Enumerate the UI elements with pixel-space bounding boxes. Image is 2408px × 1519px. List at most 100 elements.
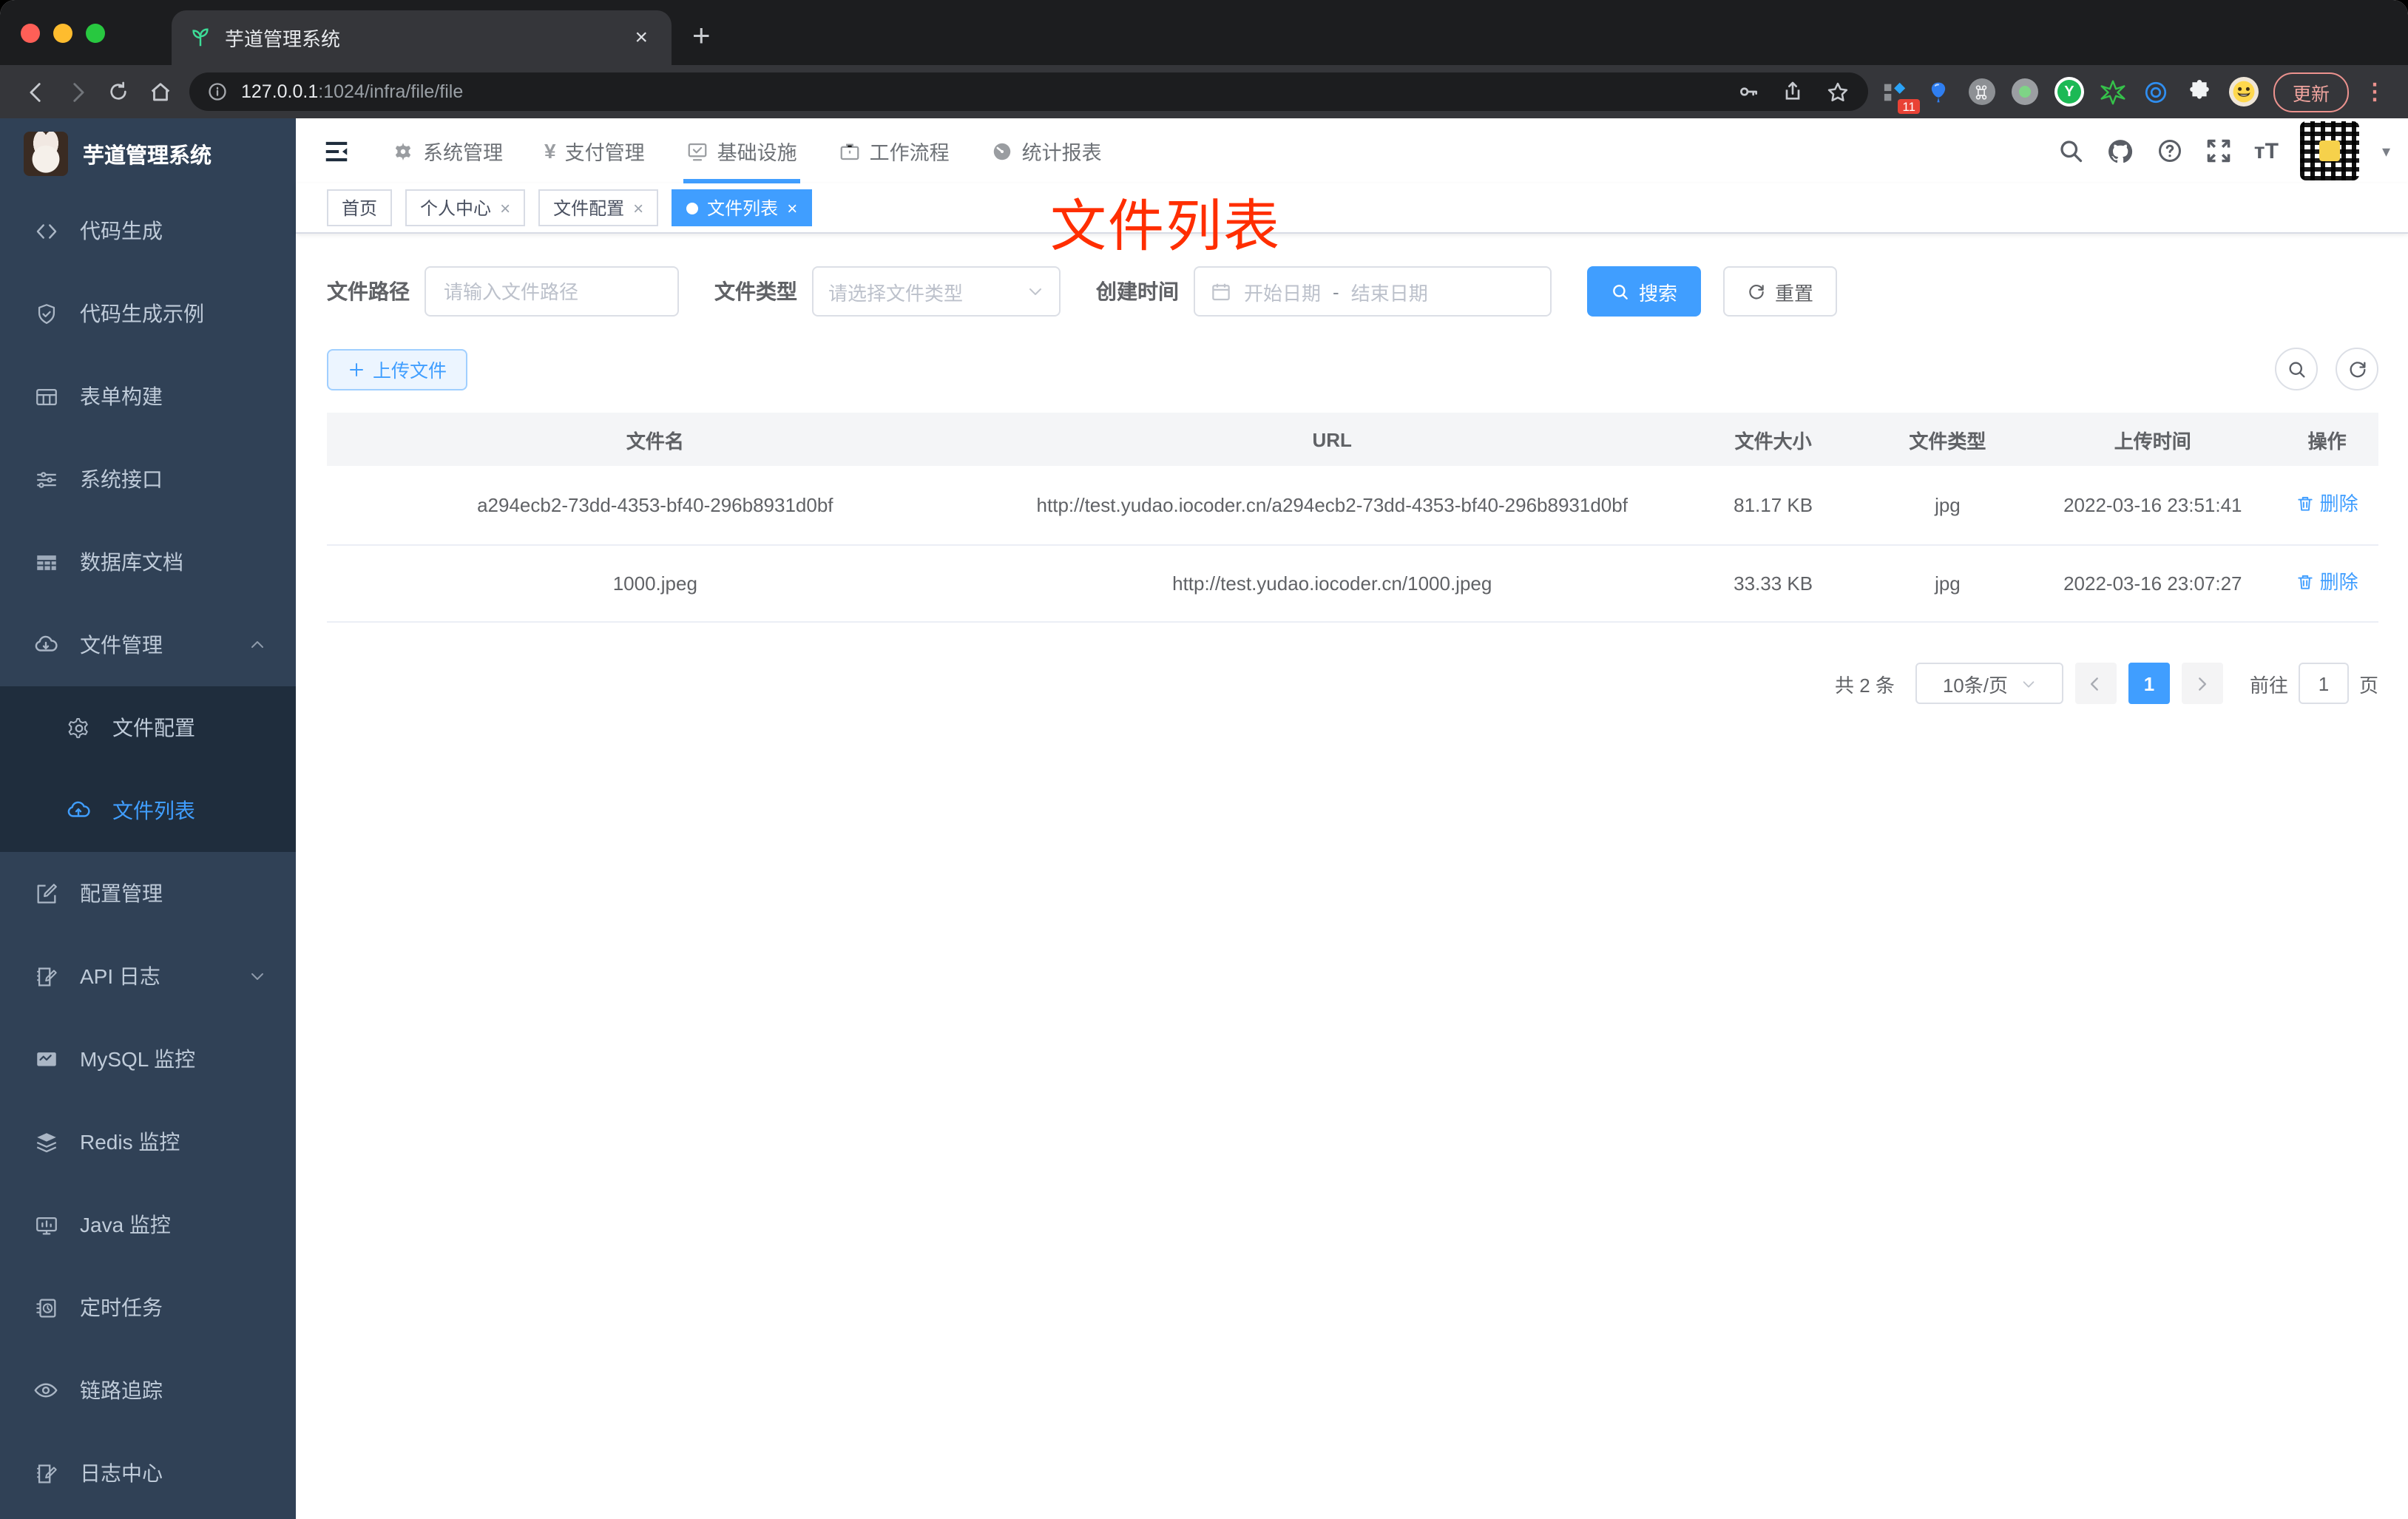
extension-badge: 11	[1898, 98, 1920, 114]
address-bar[interactable]: 127.0.0.1:1024/infra/file/file	[189, 72, 1868, 111]
tag-close-icon[interactable]: ×	[633, 197, 643, 218]
extension-grid-icon[interactable]: 11	[1883, 78, 1920, 114]
site-info-icon[interactable]	[207, 81, 228, 102]
sidebar-item-label: Java 监控	[80, 1213, 171, 1236]
browser-menu-icon[interactable]: ⋮	[2358, 78, 2393, 105]
briefcase-icon	[839, 140, 861, 162]
browser-update-button[interactable]: 更新	[2273, 72, 2349, 112]
sidebar-item-label: 文件配置	[112, 716, 195, 740]
browser-toolbar: 127.0.0.1:1024/infra/file/file 11 Y 更新 ⋮	[0, 65, 2408, 118]
sidebar-item-label: MySQL 监控	[80, 1047, 196, 1071]
sidebar-item-code-demo[interactable]: 代码生成示例	[0, 272, 296, 355]
table-row[interactable]: 1000.jpeg http://test.yudao.iocoder.cn/1…	[327, 545, 2378, 623]
sidebar-item-scheduled-tasks[interactable]: 定时任务	[0, 1266, 296, 1349]
file-type-select[interactable]: 请选择文件类型	[812, 266, 1061, 317]
github-icon[interactable]	[2106, 137, 2134, 165]
cell-uploadtime: 2022-03-16 23:51:41	[2029, 466, 2276, 546]
tag-close-icon[interactable]: ×	[500, 197, 510, 218]
refresh-table-icon[interactable]	[2336, 348, 2378, 390]
cell-filesize: 81.17 KB	[1680, 466, 1866, 546]
tag-profile[interactable]: 个人中心 ×	[405, 189, 526, 226]
tag-file-list[interactable]: 文件列表 ×	[672, 189, 813, 226]
zoom-window-button[interactable]	[86, 24, 105, 43]
help-icon[interactable]	[2157, 138, 2183, 164]
sidebar-item-config-management[interactable]: 配置管理	[0, 852, 296, 935]
bookmark-star-icon[interactable]	[1825, 79, 1850, 104]
extension-eye-icon[interactable]	[2143, 78, 2170, 105]
extension-y-icon[interactable]: Y	[2054, 77, 2084, 106]
tab-close-icon[interactable]: ×	[629, 25, 654, 50]
extension-star-icon[interactable]	[2100, 78, 2127, 105]
close-window-button[interactable]	[21, 24, 40, 43]
avatar-caret-icon[interactable]: ▾	[2382, 141, 2390, 160]
extensions-puzzle-icon[interactable]	[2186, 78, 2213, 105]
extension-command-icon[interactable]	[1968, 78, 1995, 105]
sidebar-item-tracing[interactable]: 链路追踪	[0, 1349, 296, 1432]
date-range-picker[interactable]: 开始日期 - 结束日期	[1194, 266, 1552, 317]
tag-home[interactable]: 首页	[327, 189, 393, 226]
cell-filetype: jpg	[1865, 466, 2030, 546]
profile-emoji-icon[interactable]	[2228, 77, 2259, 106]
end-date-placeholder[interactable]: 结束日期	[1351, 277, 1428, 305]
file-management-submenu: 文件配置 文件列表	[0, 686, 296, 852]
minimize-window-button[interactable]	[53, 24, 72, 43]
home-icon[interactable]	[139, 71, 180, 112]
topnav-payment-management[interactable]: ¥ 支付管理	[524, 118, 666, 183]
sidebar-item-redis-monitor[interactable]: Redis 监控	[0, 1100, 296, 1183]
chevron-down-icon	[248, 967, 266, 985]
topnav-infrastructure[interactable]: 基础设施	[666, 118, 818, 183]
chevron-down-icon	[2020, 675, 2036, 691]
page-size-select[interactable]: 10条/页	[1915, 663, 2063, 704]
sidebar-item-code-generation[interactable]: 代码生成	[0, 189, 296, 272]
column-uploadtime: 上传时间	[2029, 413, 2276, 466]
next-page-icon[interactable]	[2181, 663, 2223, 704]
topnav-label: 支付管理	[564, 142, 645, 164]
sidebar-logo[interactable]: 芋道管理系统	[0, 118, 296, 189]
topnav-system-management[interactable]: 系统管理	[371, 118, 524, 183]
current-page-button[interactable]: 1	[2128, 663, 2170, 704]
sidebar-item-form-builder[interactable]: 表单构建	[0, 355, 296, 438]
sidebar-item-file-management[interactable]: 文件管理	[0, 603, 296, 686]
file-path-input[interactable]	[425, 266, 679, 317]
browser-tab[interactable]: 芋道管理系统 ×	[172, 10, 672, 65]
table-row[interactable]: a294ecb2-73dd-4353-bf40-296b8931d0bf htt…	[327, 466, 2378, 546]
extension-dot-icon[interactable]	[2011, 78, 2038, 105]
topnav-statistics[interactable]: 统计报表	[970, 118, 1123, 183]
sidebar-item-file-config[interactable]: 文件配置	[0, 686, 296, 769]
sidebar-item-db-doc[interactable]: 数据库文档	[0, 521, 296, 603]
sidebar-item-mysql-monitor[interactable]: MySQL 监控	[0, 1018, 296, 1100]
font-size-icon[interactable]: ᴛT	[2254, 138, 2279, 163]
main-area: 系统管理 ¥ 支付管理 基础设施 工作流程 统计报表 ᴛT ▾ 首页 个人中心 …	[296, 118, 2408, 1519]
topnav-workflow[interactable]: 工作流程	[818, 118, 970, 183]
start-date-placeholder[interactable]: 开始日期	[1244, 277, 1321, 305]
delete-button[interactable]: 删除	[2296, 488, 2358, 519]
fullscreen-icon[interactable]	[2205, 138, 2232, 164]
reset-button[interactable]: 重置	[1723, 266, 1838, 317]
search-icon[interactable]	[2057, 138, 2084, 164]
tag-close-icon[interactable]: ×	[787, 197, 797, 218]
sidebar-item-system-api[interactable]: 系统接口	[0, 438, 296, 521]
sidebar-item-file-list[interactable]: 文件列表	[0, 769, 296, 852]
delete-button[interactable]: 删除	[2296, 566, 2358, 598]
upload-file-button[interactable]: 上传文件	[327, 348, 468, 390]
share-icon[interactable]	[1781, 80, 1805, 104]
sidebar-toggle-icon[interactable]	[296, 118, 371, 183]
reload-icon[interactable]	[98, 71, 139, 112]
avatar[interactable]	[2300, 121, 2360, 180]
sidebar-item-api-log[interactable]: API 日志	[0, 935, 296, 1018]
tag-file-config[interactable]: 文件配置 ×	[538, 189, 659, 226]
goto-page-input[interactable]	[2298, 663, 2349, 704]
sidebar-item-log-center[interactable]: 日志中心	[0, 1432, 296, 1515]
eye-icon	[33, 1377, 59, 1404]
create-time-label: 创建时间	[1096, 280, 1179, 303]
show-search-icon[interactable]	[2275, 348, 2318, 390]
prev-page-icon[interactable]	[2074, 663, 2117, 704]
app-header: 系统管理 ¥ 支付管理 基础设施 工作流程 统计报表 ᴛT ▾	[296, 118, 2408, 183]
password-key-icon[interactable]	[1736, 80, 1760, 104]
back-icon[interactable]	[15, 71, 56, 112]
forward-icon[interactable]	[56, 71, 98, 112]
search-button[interactable]: 搜索	[1587, 266, 1702, 317]
extension-balloon-icon[interactable]	[1926, 78, 1952, 105]
sidebar-item-java-monitor[interactable]: Java 监控	[0, 1183, 296, 1266]
new-tab-button[interactable]: +	[692, 19, 711, 55]
